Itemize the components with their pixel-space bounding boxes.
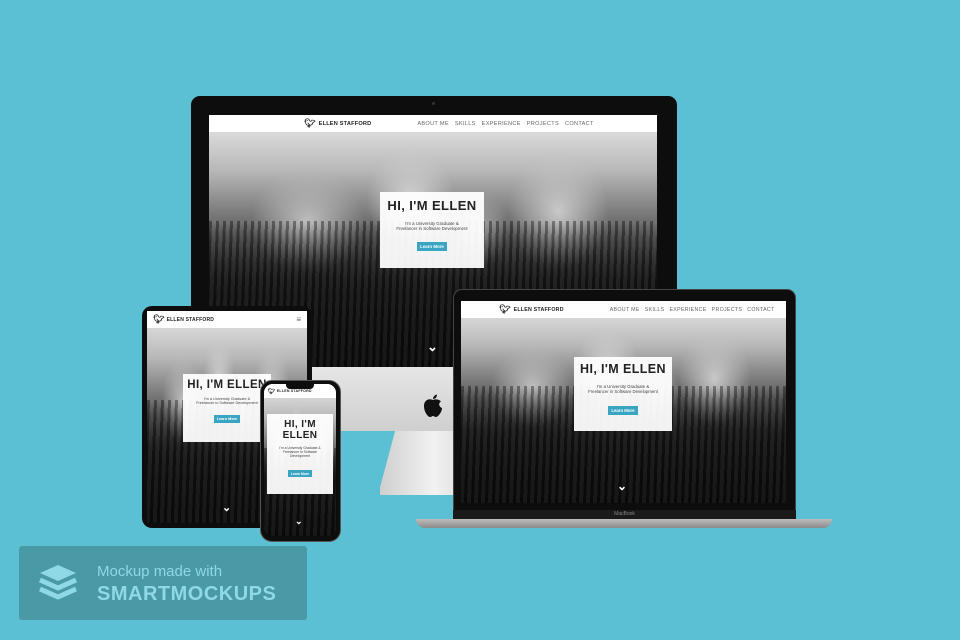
hero-title: HI, I'M ELLEN [387, 198, 477, 213]
hero-title: HI, I'M ELLEN [580, 362, 666, 376]
nav-projects[interactable]: PROJECTS [712, 307, 743, 313]
imac-navbar: 🐦︎ ELLEN STAFFORD ABOUT ME SKILLS EXPERI… [209, 115, 657, 132]
smartmockups-watermark: Mockup made with SMARTMOCKUPS [19, 546, 307, 620]
apple-logo-icon [421, 394, 445, 420]
tablet-hero-card: HI, I'M ELLEN I'm a University Graduate … [183, 374, 271, 442]
brand-name: ELLEN STAFFORD [276, 389, 312, 393]
imac-camera [432, 102, 435, 105]
hero-subtitle-3: Development [290, 454, 310, 458]
layers-icon [37, 562, 79, 604]
laptop-base [416, 519, 832, 528]
hero-title: HI, I'M ELLEN [187, 379, 267, 391]
hero-title-line1: HI, I'M [284, 419, 316, 430]
laptop-brand[interactable]: 🐦︎ ELLEN STAFFORD [499, 304, 564, 315]
nav-skills[interactable]: SKILLS [645, 307, 665, 313]
bird-logo-icon: 🐦︎ [153, 314, 165, 324]
bird-logo-icon: 🐦︎ [499, 304, 511, 314]
brand-name: ELLEN STAFFORD [166, 316, 215, 323]
hero-subtitle-2: Freelancer in Software Development [588, 389, 658, 394]
nav-contact[interactable]: CONTACT [565, 121, 594, 127]
tablet-navbar: 🐦︎ ELLEN STAFFORD ≡ [147, 311, 307, 328]
learn-more-button[interactable]: Learn More [213, 415, 241, 423]
nav-experience[interactable]: EXPERIENCE [669, 307, 706, 313]
imac-brand[interactable]: 🐦︎ ELLEN STAFFORD [304, 118, 371, 129]
nav-experience[interactable]: EXPERIENCE [482, 121, 521, 127]
learn-more-button[interactable]: Learn More [288, 470, 312, 477]
scroll-down-chevron-icon[interactable]: ⌄ [295, 516, 303, 527]
imac-hero-card: HI, I'M ELLEN I'm a University Graduate … [380, 192, 484, 268]
watermark-line1: Mockup made with [97, 563, 223, 580]
hero-title-line2: ELLEN [282, 430, 318, 441]
nav-about[interactable]: ABOUT ME [417, 121, 449, 127]
bird-logo-icon: 🐦︎ [304, 118, 316, 128]
laptop-navbar: 🐦︎ ELLEN STAFFORD ABOUT ME SKILLS EXPERI… [461, 301, 786, 318]
scroll-down-chevron-icon[interactable]: ⌄ [617, 479, 627, 493]
phone-hero-card: HI, I'M ELLEN I'm a University Graduate … [267, 414, 333, 494]
nav-skills[interactable]: SKILLS [455, 121, 476, 127]
tablet-brand[interactable]: 🐦︎ ELLEN STAFFORD [153, 314, 214, 325]
phone-notch [286, 384, 314, 389]
bird-logo-icon: 🐦︎ [268, 388, 276, 395]
nav-contact[interactable]: CONTACT [747, 307, 774, 313]
watermark-line2: SMARTMOCKUPS [97, 583, 277, 605]
hero-subtitle-2: Freelancer in Software Development [396, 226, 468, 231]
hamburger-menu-icon[interactable]: ≡ [296, 315, 301, 324]
brand-name: ELLEN STAFFORD [513, 306, 564, 313]
scroll-down-chevron-icon[interactable]: ⌄ [427, 339, 438, 355]
nav-projects[interactable]: PROJECTS [527, 121, 559, 127]
phone-screen: 🐦︎ ELLEN STAFFORD HI, I'M ELLEN I'm a Un… [264, 384, 336, 536]
brand-name: ELLEN STAFFORD [318, 120, 372, 127]
laptop-hero-card: HI, I'M ELLEN I'm a University Graduate … [574, 357, 672, 431]
hero-subtitle-2: Freelancer in Software Development [196, 401, 258, 405]
learn-more-button[interactable]: Learn More [417, 242, 447, 251]
nav-about[interactable]: ABOUT ME [610, 307, 640, 313]
scroll-down-chevron-icon[interactable]: ⌄ [222, 501, 231, 514]
laptop-model-label: MacBook [614, 511, 635, 517]
learn-more-button[interactable]: Learn More [608, 406, 638, 415]
laptop-screen: 🐦︎ ELLEN STAFFORD ABOUT ME SKILLS EXPERI… [461, 301, 786, 503]
